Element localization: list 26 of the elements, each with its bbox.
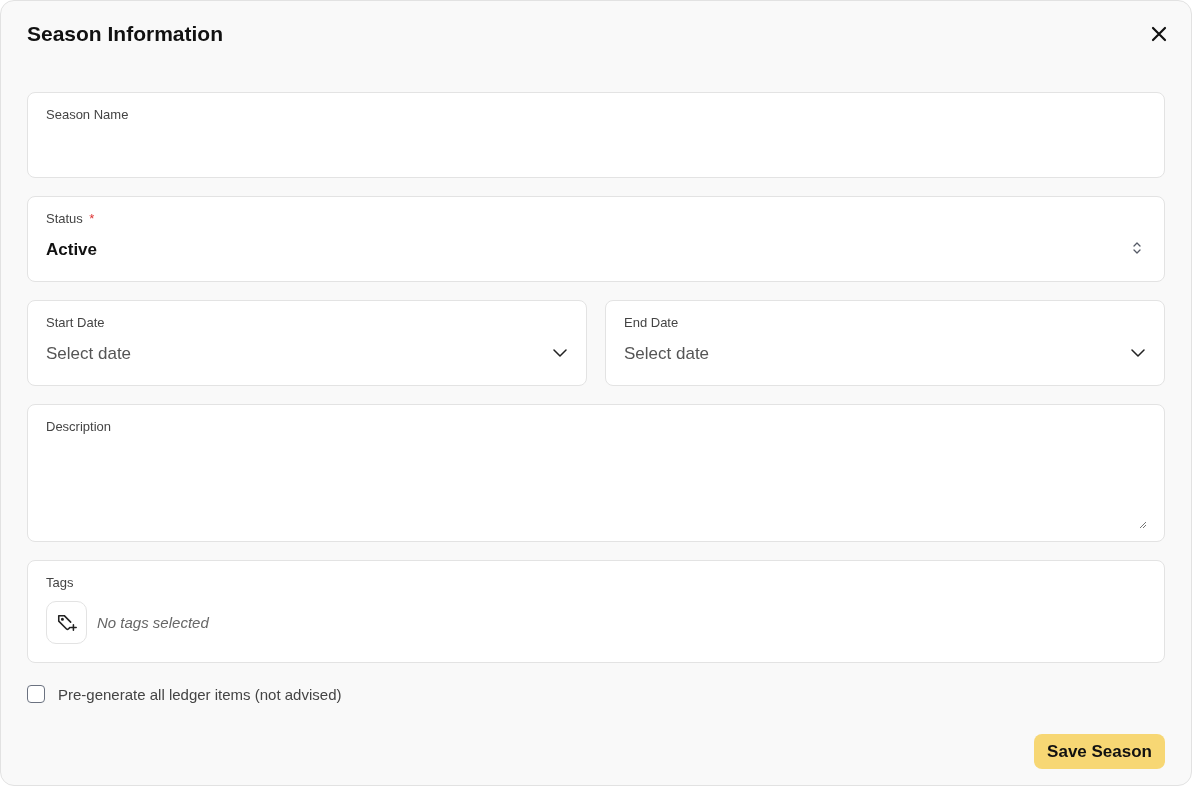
- status-select[interactable]: Status * Active: [27, 196, 1165, 282]
- resize-handle-icon[interactable]: [1139, 521, 1147, 529]
- dialog-title: Season Information: [27, 22, 224, 46]
- save-button[interactable]: Save Season: [1034, 734, 1165, 769]
- field-label: Season Name: [46, 107, 129, 122]
- season-name-field[interactable]: Season Name: [27, 92, 1165, 178]
- checkbox-label: Pre-generate all ledger items (not advised): [58, 685, 342, 703]
- date-placeholder: Select date: [624, 344, 710, 364]
- chevron-down-icon: [553, 349, 567, 357]
- sort-chevrons-icon: [1132, 241, 1142, 255]
- checkbox[interactable]: [27, 685, 45, 703]
- date-picker[interactable]: End Date Select date: [605, 300, 1165, 386]
- close-icon: [1151, 26, 1167, 42]
- date-placeholder: Select date: [46, 344, 132, 364]
- description-field[interactable]: Description: [27, 404, 1165, 542]
- required-mark: *: [89, 211, 95, 226]
- field-label: Status: [46, 211, 83, 226]
- field-label: Start Date: [46, 315, 105, 330]
- field-label: Tags: [46, 575, 74, 590]
- field-label: Description: [46, 419, 112, 434]
- add-tag-button[interactable]: [46, 601, 87, 644]
- field-label: End Date: [624, 315, 679, 330]
- select-value: Active: [46, 240, 98, 260]
- date-picker[interactable]: Start Date Select date: [27, 300, 587, 386]
- chevron-down-icon: [1131, 349, 1145, 357]
- empty-tags-text: No tags selected: [97, 614, 209, 631]
